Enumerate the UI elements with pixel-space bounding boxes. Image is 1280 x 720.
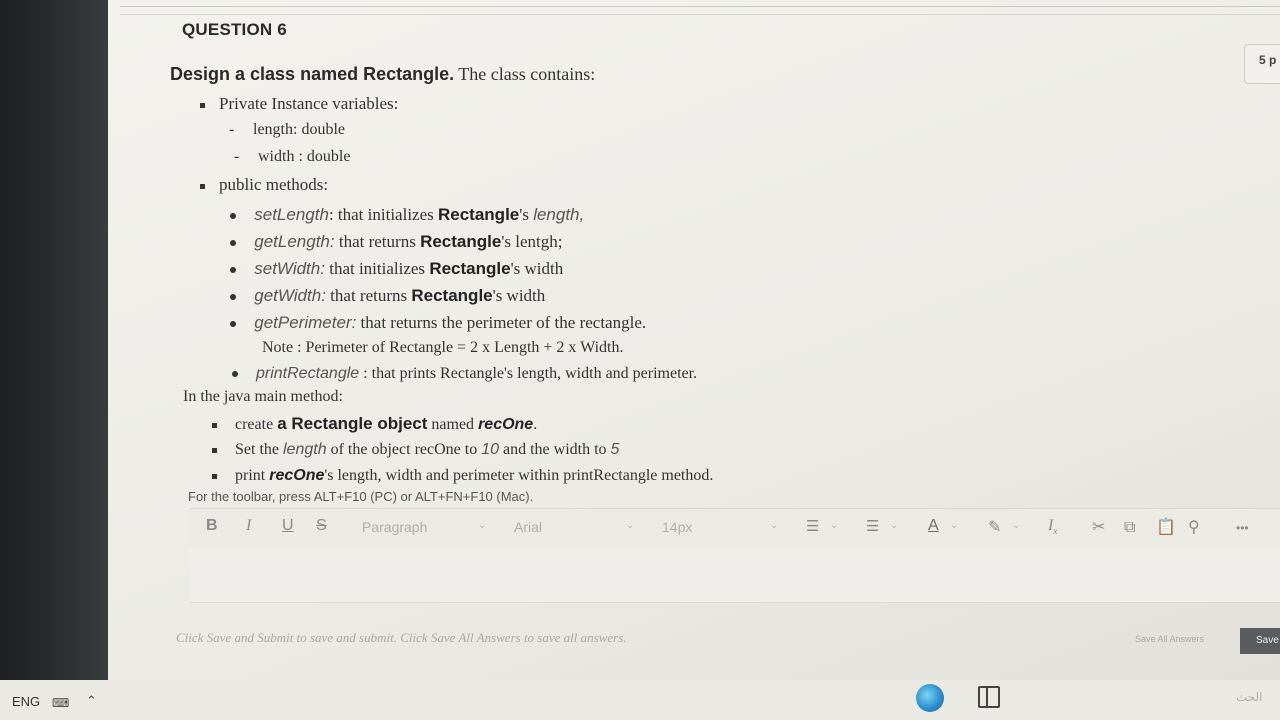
main-item: print recOne's length, width and perimet… — [212, 467, 713, 485]
underline-button[interactable]: U — [282, 517, 294, 535]
main-text: create — [235, 416, 278, 433]
more-icon[interactable]: ••• — [1236, 521, 1249, 535]
save-button[interactable]: Save — [1240, 628, 1280, 654]
method-text: : that prints Rectangle's length, width … — [359, 365, 698, 382]
private-var-item: length: double — [229, 121, 345, 139]
main-text: print — [235, 467, 270, 484]
private-var-item: width : double — [229, 148, 350, 166]
numbered-list-icon[interactable]: ☰ — [866, 517, 879, 535]
method-name: printRectangle — [256, 365, 360, 382]
method-name: setWidth: — [254, 259, 325, 278]
submit-hint: Click Save and Submit to save and submit… — [176, 630, 627, 645]
bullet-list-icon[interactable]: ☰ — [806, 517, 819, 535]
main-text: . — [533, 416, 538, 433]
public-heading: public methods: — [200, 175, 328, 195]
private-var-text: length: double — [253, 121, 345, 138]
toolbar-hint: For the toolbar, press ALT+F10 (PC) or A… — [188, 489, 534, 504]
main-italic: 10 — [481, 441, 499, 458]
main-heading: In the java main method: — [183, 388, 343, 405]
private-heading-text: Private Instance variables: — [219, 94, 399, 113]
editor-toolbar: B I U S Paragraph ⌄ Arial ⌄ 14px ⌄ ☰ ⌄ ☰… — [190, 508, 1280, 548]
method-name: getPerimeter: — [254, 313, 357, 332]
method-name: setLength — [254, 205, 329, 224]
method-item: printRectangle : that prints Rectangle's… — [232, 365, 697, 383]
main-text: and the width to — [499, 441, 611, 458]
taskbar — [0, 680, 1280, 720]
class-name: Rectangle — [438, 205, 520, 224]
main-item: create a Rectangle object named recOne. — [212, 414, 537, 434]
divider — [120, 14, 1280, 15]
method-name: getWidth: — [254, 286, 326, 305]
font-size-select[interactable]: 14px — [662, 519, 692, 535]
italic-button[interactable]: I — [246, 517, 251, 535]
intro-line: Design a class named Rectangle. The clas… — [170, 64, 595, 85]
method-text: 's lentgh; — [501, 232, 563, 251]
copy-icon[interactable]: ⧉ — [1124, 517, 1135, 537]
clear-format-icon[interactable]: Ix — [1048, 517, 1057, 536]
divider — [120, 6, 1280, 7]
method-item: getLength: that returns Rectangle's lent… — [230, 232, 562, 252]
main-bold: a Rectangle object — [277, 414, 428, 433]
class-name: Rectangle — [420, 232, 502, 251]
paste-icon[interactable]: 📋 — [1156, 517, 1176, 536]
main-italic: length — [283, 441, 327, 458]
perimeter-note: Note : Perimeter of Rectangle = 2 x Leng… — [262, 339, 624, 356]
bold-button[interactable]: B — [206, 517, 218, 535]
highlight-icon[interactable]: ✎ — [988, 517, 1001, 536]
chevron-down-icon: ⌄ — [770, 520, 779, 531]
strikethrough-button[interactable]: S — [316, 517, 327, 535]
main-bold-italic: recOne — [269, 467, 325, 484]
keyboard-icon[interactable]: ⌨ — [52, 696, 69, 710]
monitor-bezel — [0, 0, 108, 680]
language-indicator[interactable]: ENG — [12, 694, 40, 709]
method-tail: length, — [533, 205, 585, 224]
method-text: that returns — [334, 232, 421, 251]
method-text: that returns the perimeter of the rectan… — [356, 313, 647, 332]
text-color-icon[interactable]: A — [928, 517, 939, 535]
font-select[interactable]: Arial — [514, 519, 542, 535]
main-bold-italic: recOne — [478, 416, 534, 433]
method-name: getLength: — [254, 232, 335, 251]
question-title: QUESTION 6 — [182, 20, 287, 39]
main-text: named — [427, 416, 479, 433]
method-text: : that initializes — [328, 205, 438, 224]
public-heading-text: public methods: — [219, 175, 329, 194]
main-text: Set the — [235, 441, 283, 458]
chevron-down-icon: ⌄ — [950, 520, 959, 531]
main-text: 's length, width and perimeter within pr… — [324, 467, 714, 484]
method-text: 's — [519, 205, 534, 224]
chevron-down-icon: ⌄ — [830, 520, 839, 531]
method-item: setWidth: that initializes Rectangle's w… — [230, 259, 563, 279]
main-italic: 5 — [610, 441, 620, 458]
private-heading: Private Instance variables: — [200, 94, 398, 114]
search-label[interactable]: الحث — [1236, 690, 1263, 704]
chevron-up-icon[interactable]: ⌃ — [86, 694, 97, 709]
task-view-icon[interactable] — [978, 686, 1000, 708]
method-text: that initializes — [324, 259, 430, 278]
chevron-down-icon: ⌄ — [626, 520, 635, 531]
search-icon[interactable]: ⚲ — [1188, 517, 1200, 536]
chevron-down-icon: ⌄ — [478, 520, 487, 531]
chevron-down-icon: ⌄ — [890, 520, 899, 531]
cut-icon[interactable]: ✂ — [1092, 517, 1105, 536]
method-item: getPerimeter: that returns the perimeter… — [230, 313, 646, 333]
points-badge: 5 p — [1244, 44, 1280, 84]
chevron-down-icon: ⌄ — [1012, 520, 1021, 531]
method-text: 's width — [492, 286, 546, 305]
main-item: Set the length of the object recOne to 1… — [212, 441, 619, 459]
intro-rest: The class contains: — [454, 64, 596, 84]
edge-browser-icon[interactable] — [916, 684, 944, 712]
save-all-button[interactable]: Save All Answers — [1135, 634, 1204, 644]
editor-body[interactable] — [190, 546, 1280, 603]
intro-bold: Design a class named Rectangle. — [170, 64, 455, 84]
method-text: that returns — [325, 286, 412, 305]
paragraph-select[interactable]: Paragraph — [362, 519, 427, 535]
private-var-text: width : double — [258, 148, 351, 165]
method-text: 's width — [510, 259, 564, 278]
method-item: getWidth: that returns Rectangle's width — [230, 286, 545, 306]
method-item: setLength: that initializes Rectangle's … — [230, 205, 584, 225]
class-name: Rectangle — [429, 259, 511, 278]
main-text: of the object recOne to — [326, 441, 482, 458]
class-name: Rectangle — [411, 286, 493, 305]
